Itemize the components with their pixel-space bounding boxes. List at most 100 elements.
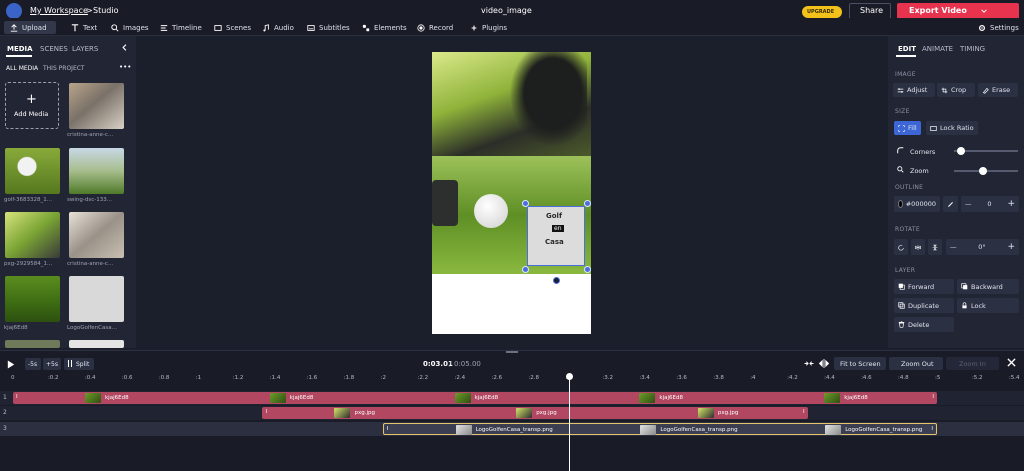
outline-width-value[interactable]: 0 xyxy=(987,200,991,208)
rotation-stepper[interactable]: — 0° + xyxy=(946,239,1019,255)
toolbar-images[interactable]: Images xyxy=(111,21,149,34)
toolbar-timeline[interactable]: Timeline xyxy=(160,21,202,34)
fill-button[interactable]: Fill xyxy=(894,121,921,135)
backward-button[interactable]: Backward xyxy=(957,279,1019,294)
section-outline: OUTLINE xyxy=(895,184,924,191)
clip-trim-handle[interactable]: I xyxy=(931,426,933,432)
tab-edit[interactable]: EDIT xyxy=(898,45,916,53)
media-thumb[interactable] xyxy=(5,340,60,348)
clip-label: LogoGolfenCasa_transp.png xyxy=(660,427,738,433)
crop-button[interactable]: Crop xyxy=(937,83,975,97)
clip-label: kjaj6Ed8 xyxy=(105,395,129,401)
tab-layers[interactable]: LAYERS xyxy=(72,45,98,53)
outline-increase-button[interactable]: + xyxy=(1007,199,1015,209)
crop-label: Crop xyxy=(951,86,967,94)
toolbar-subtitles[interactable]: Subtitles xyxy=(307,21,350,34)
duplicate-label: Duplicate xyxy=(908,301,939,310)
outline-color-picker[interactable]: #000000 xyxy=(894,196,940,212)
playhead-line[interactable] xyxy=(569,378,571,471)
rotation-value[interactable]: 0° xyxy=(978,243,985,251)
tab-animate[interactable]: ANIMATE xyxy=(922,45,953,53)
play-icon[interactable] xyxy=(7,360,15,369)
video-canvas[interactable]: Golf en Casa xyxy=(432,52,591,334)
tab-media-underline xyxy=(6,55,32,57)
resize-handle[interactable] xyxy=(522,266,529,273)
toolbar-scenes[interactable]: Scenes xyxy=(214,21,251,34)
toolbar-record[interactable]: Record xyxy=(417,21,453,34)
tab-edit-underline xyxy=(896,55,916,57)
toolbar-text[interactable]: Text xyxy=(71,21,97,34)
clip-thumbnail xyxy=(639,393,656,403)
erase-button[interactable]: Erase xyxy=(978,83,1018,97)
adjust-button[interactable]: Adjust xyxy=(893,83,935,97)
media-thumb[interactable] xyxy=(69,276,124,322)
logo-line2: en xyxy=(552,225,564,232)
zoom-out-label: Zoom Out xyxy=(901,360,934,368)
media-thumb[interactable] xyxy=(5,276,60,322)
timeline-clip[interactable]: I I LogoGolfenCasa_transp.png LogoGolfenCas… xyxy=(382,423,937,435)
outline-width-stepper[interactable]: — 0 + xyxy=(961,196,1019,212)
toolbar-upload[interactable]: Upload xyxy=(4,21,56,34)
media-thumb[interactable] xyxy=(69,148,124,194)
clip-trim-handle[interactable]: I xyxy=(387,426,389,432)
breadcrumb-workspace[interactable]: My Workspace xyxy=(30,6,88,15)
delete-button[interactable]: Delete xyxy=(894,317,954,332)
subtab-all-media[interactable]: ALL MEDIA xyxy=(6,65,38,72)
toolbar-settings[interactable]: Settings xyxy=(978,21,1019,34)
media-panel: MEDIA SCENES LAYERS ALL MEDIA THIS PROJE… xyxy=(0,36,136,348)
subtab-this-project[interactable]: THIS PROJECT xyxy=(43,65,85,72)
toolbar-label: Scenes xyxy=(226,23,251,32)
chevron-down-icon[interactable] xyxy=(981,8,987,14)
duplicate-button[interactable]: Duplicate xyxy=(894,298,954,313)
resize-handle[interactable] xyxy=(522,200,529,207)
toolbar-plugins[interactable]: Plugins xyxy=(470,21,507,34)
expand-timeline-icon[interactable] xyxy=(818,359,830,368)
toolbar-elements[interactable]: Elements xyxy=(362,21,407,34)
zoom-slider-thumb[interactable] xyxy=(979,167,988,175)
clip-trim-handle[interactable]: I xyxy=(932,394,934,400)
clip-label: LogoGolfenCasa_transp.png xyxy=(475,427,553,433)
media-thumb-label: kjaj6Ed8 xyxy=(4,325,28,331)
lock-ratio-button[interactable]: Lock Ratio xyxy=(926,121,978,135)
logo-line1: Golf xyxy=(546,212,562,220)
timeline-tick-label: :2 xyxy=(380,375,386,381)
rotate-handle[interactable] xyxy=(553,277,560,284)
clip-trim-handle[interactable]: I xyxy=(265,409,267,415)
clip-trim-handle[interactable]: I xyxy=(803,409,805,415)
media-thumb[interactable] xyxy=(5,212,60,258)
outline-decrease-button[interactable]: — xyxy=(965,200,972,208)
corners-slider-thumb[interactable] xyxy=(956,147,965,155)
close-icon[interactable] xyxy=(1007,358,1016,367)
media-thumb[interactable] xyxy=(69,340,124,348)
forward-button[interactable]: Forward xyxy=(894,279,954,294)
timeline-tick-label: :1 xyxy=(195,375,202,381)
project-title[interactable]: video_image xyxy=(481,6,532,15)
resize-handle[interactable] xyxy=(584,266,591,273)
flip-vertical-button[interactable] xyxy=(928,239,942,255)
collapse-panel-icon[interactable] xyxy=(121,44,128,51)
collapse-timeline-icon[interactable] xyxy=(803,359,815,368)
rotation-decrease-button[interactable]: — xyxy=(950,243,957,251)
tab-media[interactable]: MEDIA xyxy=(7,45,33,53)
lock-button[interactable]: Lock xyxy=(957,298,1019,313)
clip-trim-handle[interactable]: I xyxy=(16,394,18,400)
media-thumb[interactable] xyxy=(69,212,124,258)
corners-label: Corners xyxy=(910,148,936,156)
resize-handle[interactable] xyxy=(584,200,591,207)
media-thumb[interactable] xyxy=(5,148,60,194)
timeline-clip[interactable]: I Ipxg.jpg pxg.jpg pxg.jpg xyxy=(262,407,808,419)
breadcrumb-separator: > xyxy=(86,6,93,15)
media-thumb[interactable] xyxy=(69,83,124,129)
timeline-drag-handle[interactable] xyxy=(506,351,518,353)
toolbar-audio[interactable]: Audio xyxy=(262,21,294,34)
rotate-ccw-button[interactable] xyxy=(894,239,908,255)
add-media-label: Add Media xyxy=(14,110,49,118)
timeline-clip[interactable]: I Ikjaj6Ed8 kjaj6Ed8 kjaj6Ed8 kjaj6Ed8 kjaj6E… xyxy=(13,392,937,404)
flip-horizontal-button[interactable] xyxy=(911,239,925,255)
more-options-icon[interactable]: ••• xyxy=(119,63,131,71)
app-logo[interactable] xyxy=(6,3,22,19)
rotation-increase-button[interactable]: + xyxy=(1007,242,1015,252)
tab-scenes[interactable]: SCENES xyxy=(40,45,68,53)
tab-timing[interactable]: TIMING xyxy=(960,45,985,53)
outline-edit-button[interactable] xyxy=(943,196,958,212)
